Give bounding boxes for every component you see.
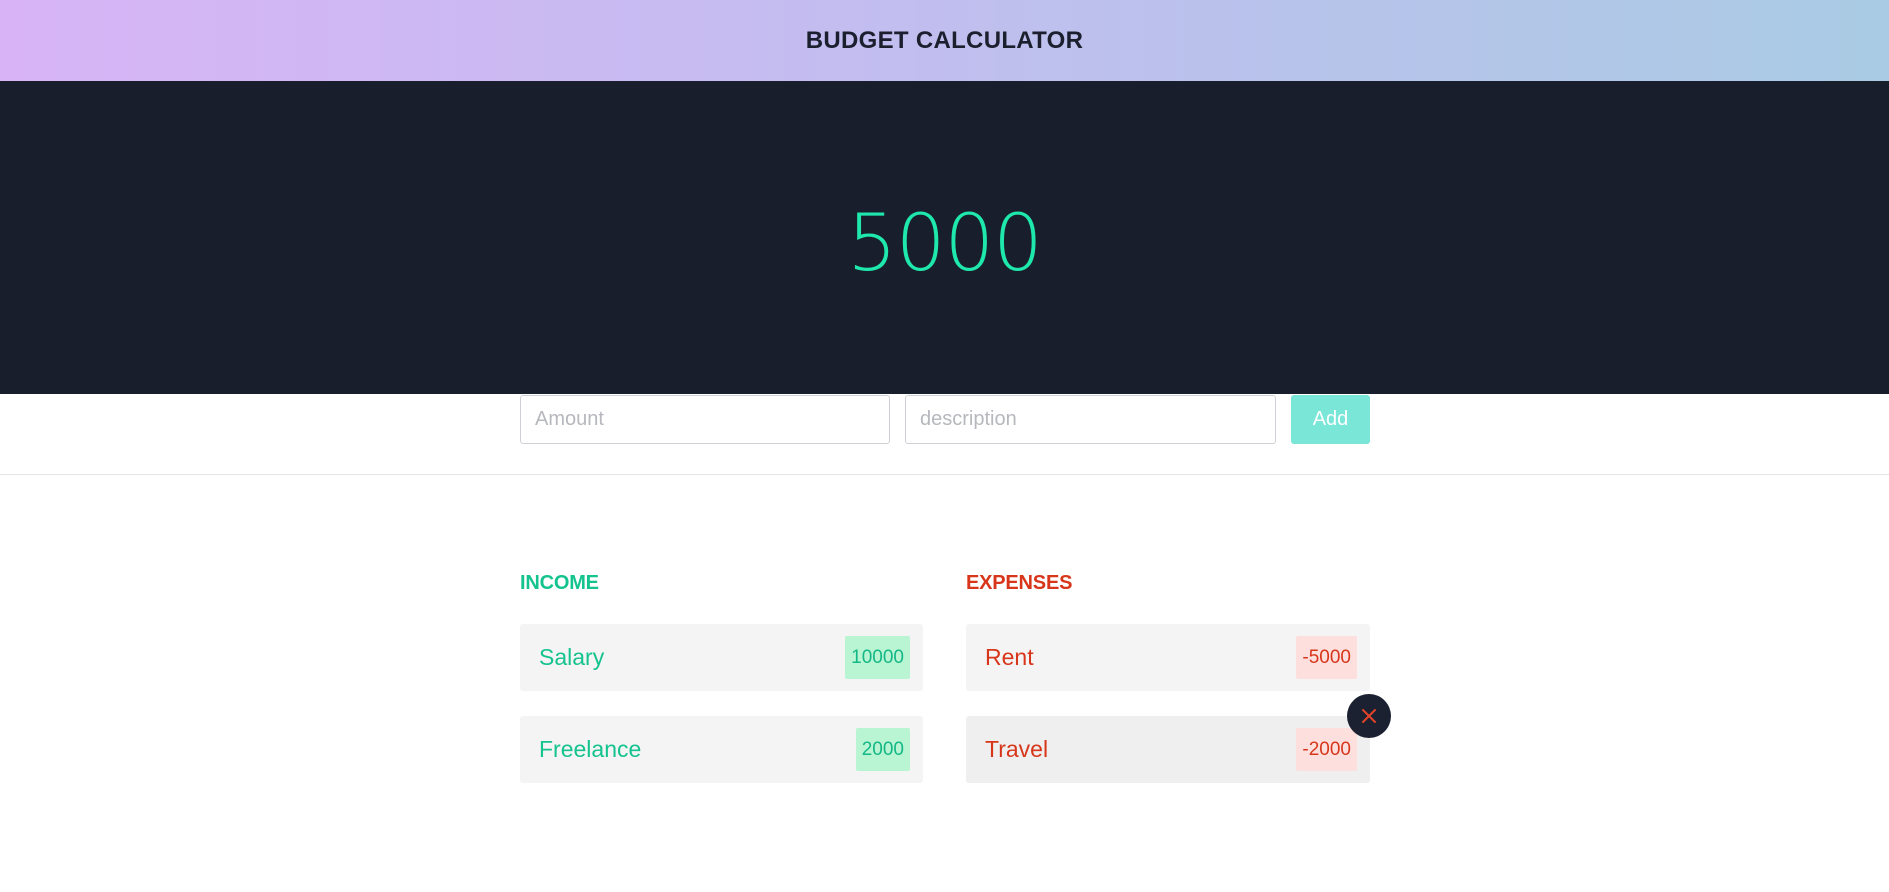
amount-input[interactable] <box>520 395 890 444</box>
expense-item-amount: -5000 <box>1296 636 1357 679</box>
income-item-amount: 10000 <box>845 636 910 679</box>
budget-calculator-page: BUDGET CALCULATOR 5000 Add INCOME EXPENS… <box>0 0 1889 892</box>
app-title: BUDGET CALCULATOR <box>805 26 1084 54</box>
income-heading: INCOME <box>520 572 599 594</box>
app-header: BUDGET CALCULATOR <box>0 0 1889 81</box>
expense-item-rent[interactable]: Rent -5000 <box>966 624 1370 691</box>
income-item-label: Salary <box>539 644 605 670</box>
income-item-salary[interactable]: Salary 10000 <box>520 624 923 691</box>
expenses-heading: EXPENSES <box>966 572 1073 594</box>
description-input[interactable] <box>905 395 1276 444</box>
balance-panel: 5000 <box>0 81 1889 394</box>
close-icon <box>1362 709 1376 723</box>
expense-item-label: Rent <box>985 644 1034 670</box>
income-item-freelance[interactable]: Freelance 2000 <box>520 716 923 783</box>
income-item-label: Freelance <box>539 736 642 762</box>
form-divider <box>0 474 1889 475</box>
balance-value: 5000 <box>847 199 1043 289</box>
expense-item-label: Travel <box>985 736 1049 762</box>
expense-item-amount: -2000 <box>1296 728 1357 771</box>
delete-item-button[interactable] <box>1347 694 1391 738</box>
expense-item-travel[interactable]: Travel -2000 <box>966 716 1370 783</box>
add-button[interactable]: Add <box>1291 395 1370 444</box>
income-item-amount: 2000 <box>855 728 910 771</box>
